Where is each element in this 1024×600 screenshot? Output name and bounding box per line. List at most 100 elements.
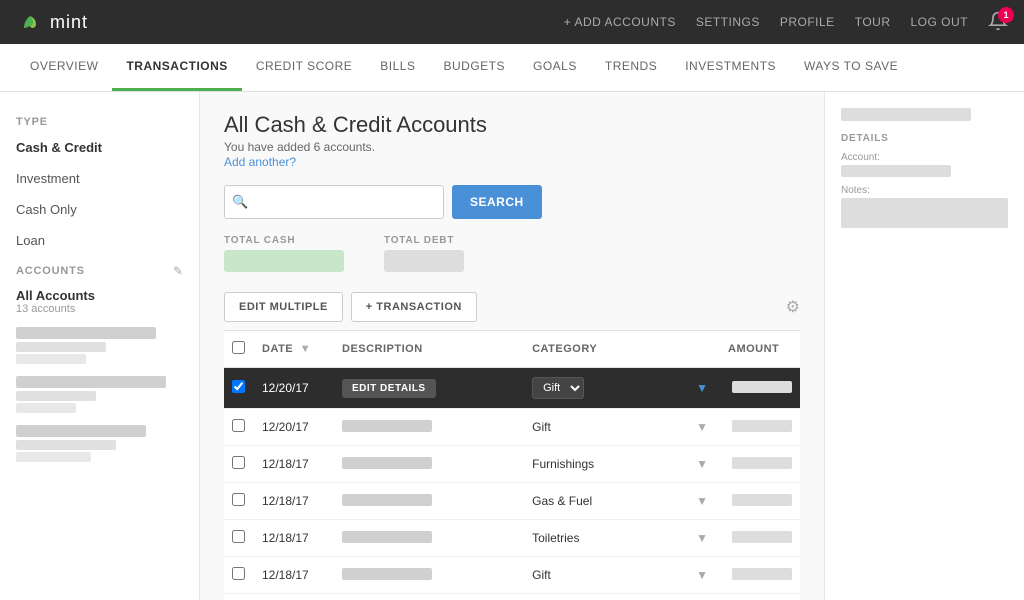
sidebar-item-cash-credit[interactable]: Cash & Credit (0, 132, 199, 163)
row-amount (720, 368, 800, 409)
header-checkbox-col (224, 331, 254, 368)
row-date: 12/20/17 (254, 368, 334, 409)
category-filter-button[interactable]: ▼ (692, 455, 712, 473)
sidebar-account-2[interactable] (0, 370, 199, 419)
row-description (334, 409, 524, 446)
search-button[interactable]: SEARCH (452, 185, 542, 219)
nav-ways-to-save[interactable]: WAYS TO SAVE (790, 43, 912, 91)
nav-overview[interactable]: OVERVIEW (16, 43, 112, 91)
row-description (334, 520, 524, 557)
row-checkbox[interactable] (232, 456, 245, 469)
table-row: 12/18/17Gift▼ (224, 557, 800, 594)
account3-detail (16, 452, 91, 462)
account1-name (16, 327, 156, 339)
detail-account-row: Account: (841, 152, 1008, 177)
search-input[interactable] (224, 185, 444, 219)
mint-logo-icon (16, 8, 44, 36)
nav-trends[interactable]: TRENDS (591, 43, 671, 91)
edit-details-tooltip[interactable]: EDIT DETAILS (342, 379, 436, 398)
total-cash-label: TOTAL CASH (224, 235, 344, 246)
account-count: You have added 6 accounts. (224, 140, 800, 154)
profile-link[interactable]: PROFILE (780, 15, 835, 29)
category-filter-button[interactable]: ▼ (692, 492, 712, 510)
row-description (334, 446, 524, 483)
secondary-nav: OVERVIEW TRANSACTIONS CREDIT SCORE BILLS… (0, 44, 1024, 92)
table-row: 12/18/17Toiletries▼ (224, 520, 800, 557)
right-panel-account (841, 108, 1008, 121)
edit-multiple-button[interactable]: EDIT MULTIPLE (224, 292, 343, 322)
row-checkbox[interactable] (232, 380, 245, 393)
category-filter-button[interactable]: ▼ (692, 418, 712, 436)
search-wrap: 🔍 (224, 185, 444, 219)
nav-investments[interactable]: INVESTMENTS (671, 43, 790, 91)
sidebar-account-1[interactable] (0, 321, 199, 370)
table-row: 12/20/17 EDIT DETAILS Gift ▼ (224, 368, 800, 409)
sidebar-item-cash-only[interactable]: Cash Only (0, 194, 199, 225)
row-filter: ▼ (684, 594, 720, 600)
table-header-row: Date ▼ Description Category Amount (224, 331, 800, 368)
account2-name (16, 376, 166, 388)
sidebar-type-label: Type (0, 108, 199, 132)
edit-accounts-icon[interactable]: ✎ (173, 264, 183, 278)
sidebar-item-loan[interactable]: Loan (0, 225, 199, 256)
total-debt-value (384, 250, 464, 272)
notes-field-label: Notes: (841, 185, 1008, 196)
table-row: 12/18/17 Furnishings ▼ (224, 446, 800, 483)
right-panel-account-name (841, 108, 971, 121)
row-amount-blurred (732, 457, 792, 469)
header-category: Category (524, 331, 684, 368)
total-cash-value (224, 250, 344, 272)
top-nav: mint + ADD ACCOUNTS SETTINGS PROFILE TOU… (0, 0, 1024, 44)
stats-row: TOTAL CASH TOTAL DEBT (224, 235, 800, 272)
row-category: Home Supplies (524, 594, 684, 600)
row-checkbox[interactable] (232, 419, 245, 432)
select-all-checkbox[interactable] (232, 341, 245, 354)
logout-link[interactable]: LOG OUT (910, 15, 968, 29)
nav-goals[interactable]: GOALS (519, 43, 591, 91)
sidebar-all-accounts[interactable]: All Accounts 13 accounts (0, 282, 199, 321)
account1-sub (16, 342, 106, 352)
nav-budgets[interactable]: BUDGETS (429, 43, 519, 91)
sidebar-account-3[interactable] (0, 419, 199, 468)
nav-credit-score[interactable]: CREDIT SCORE (242, 43, 366, 91)
nav-bills[interactable]: BILLS (366, 43, 429, 91)
account3-name (16, 425, 146, 437)
search-row: 🔍 SEARCH (224, 185, 800, 219)
row-amount (720, 594, 800, 600)
nav-transactions[interactable]: TRANSACTIONS (112, 43, 241, 91)
add-accounts-link[interactable]: + ADD ACCOUNTS (564, 15, 676, 29)
account2-sub (16, 391, 96, 401)
detail-notes-row: Notes: (841, 185, 1008, 228)
sidebar-accounts-label: Accounts (16, 265, 85, 277)
row-checkbox[interactable] (232, 493, 245, 506)
sidebar: Type Cash & Credit Investment Cash Only … (0, 92, 200, 600)
row-date: 12/18/17 (254, 594, 334, 600)
details-label: DETAILS (841, 133, 1008, 144)
row-filter: ▼ (684, 483, 720, 520)
account1-detail (16, 354, 86, 364)
sidebar-item-investment[interactable]: Investment (0, 163, 199, 194)
category-filter-button[interactable]: ▼ (692, 379, 712, 397)
category-filter-button[interactable]: ▼ (692, 529, 712, 547)
row-category: Gift (524, 557, 684, 594)
settings-gear-icon[interactable]: ⚙ (786, 297, 800, 317)
add-another-link[interactable]: Add another? (224, 155, 296, 169)
row-date: 12/18/17 (254, 446, 334, 483)
header-date[interactable]: Date ▼ (254, 331, 334, 368)
category-filter-button[interactable]: ▼ (692, 566, 712, 584)
row-filter: ▼ (684, 368, 720, 409)
right-panel: DETAILS Account: Notes: (824, 92, 1024, 600)
account-field-label: Account: (841, 152, 1008, 163)
total-cash-stat: TOTAL CASH (224, 235, 344, 272)
row-checkbox[interactable] (232, 567, 245, 580)
row-category: Furnishings (524, 446, 684, 483)
settings-link[interactable]: SETTINGS (696, 15, 760, 29)
notification-bell[interactable]: 1 (988, 11, 1008, 34)
category-select[interactable]: Gift (532, 377, 584, 399)
add-transaction-button[interactable]: + TRANSACTION (351, 292, 477, 322)
row-checkbox[interactable] (232, 530, 245, 543)
tour-link[interactable]: TOUR (855, 15, 891, 29)
table-row: 12/18/17Gas & Fuel▼ (224, 483, 800, 520)
row-category: Gas & Fuel (524, 483, 684, 520)
content-header: All Cash & Credit Accounts You have adde… (224, 112, 800, 169)
